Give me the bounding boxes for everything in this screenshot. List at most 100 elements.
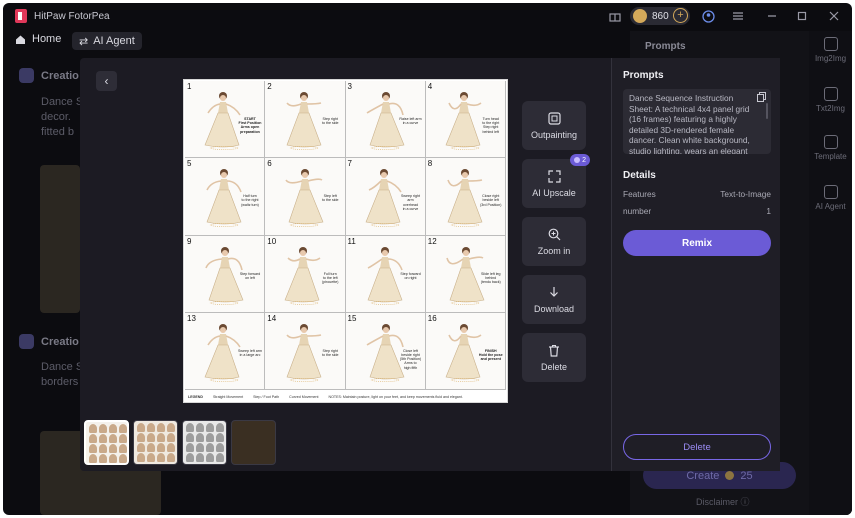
sidebar-item-txt2img[interactable]: Txt2Img [809,87,852,113]
thumbnail-figure [196,443,204,452]
cell-instruction: Slide left leg behind (tendu back) [480,271,501,284]
upscale-cost-badge: 2 [570,154,590,166]
account-icon[interactable] [701,9,715,23]
coin-icon [633,9,647,23]
thumbnail-2[interactable] [133,420,178,465]
sidebar-item-label: Txt2Img [816,104,845,113]
legend-title: LEGEND [188,394,203,399]
creation-text-line: decor. [41,111,71,123]
sidebar-item-img2img[interactable]: Img2Img [809,37,852,63]
thumbnail-figure [89,424,97,433]
back-button[interactable]: ‹ [96,71,117,91]
legend-item: Curved Movement [289,394,319,399]
ai-agent-tab[interactable]: ⇄ AI Agent [72,32,142,50]
cell-number: 5 [187,159,192,169]
thumbnail-figure [186,453,194,462]
prompt-text-box[interactable]: Dance Sequence Instruction Sheet: A tech… [623,89,771,154]
grid-cell: 7 Sweep right arm overhead in a curve [345,158,426,236]
close-icon[interactable] [827,9,841,23]
remix-label: Remix [681,237,712,249]
grid-cell: 14 Step right to the side [265,312,346,390]
sidebar-item-ai-agent[interactable]: AI Agent [809,185,852,211]
thumbnail-figure [206,433,214,442]
thumbnail-figure [147,433,155,442]
prompt-scrollbar[interactable] [766,103,768,119]
thumbnail-figure [147,423,155,432]
tool-column: Outpainting 2 AI Upscale Zoom in Downloa… [522,101,590,382]
upscale-icon [547,169,561,183]
zoom-in-label: Zoom in [537,246,571,256]
thumbnail-figure [137,433,145,442]
grid-cell: 3 Raise left arm in a curve [345,81,426,159]
delete-button[interactable]: Delete [623,434,771,460]
gift-icon[interactable] [608,9,622,23]
grid-cell: 5 Half turn to the right (waltz turn) [185,158,266,236]
sidebar-item-template[interactable]: Template [809,135,852,161]
cell-instruction: FINISH Hold the pose and present [478,348,503,362]
thumbnail-figure [89,454,97,463]
thumbnail-4[interactable] [231,420,276,465]
creation-title: Creatio [41,70,79,82]
thumbnail-figure [206,423,214,432]
thumbnail-figure [99,454,107,463]
prompts-title: Prompts [623,70,664,81]
remix-button[interactable]: Remix [623,230,771,256]
cell-number: 16 [427,313,437,323]
thumbnail-figure [186,443,194,452]
sidebar-item-label: Img2Img [814,54,847,63]
disclaimer-link[interactable]: Disclaimer ⓘ [696,495,750,508]
delete-tool-button[interactable]: Delete [522,333,586,382]
creation-avatar [19,334,34,349]
thumbnail-figure [119,434,127,443]
zoom-in-button[interactable]: Zoom in [522,217,586,266]
outpainting-icon [547,111,561,125]
cell-instruction: Full turn to the left (pirouette) [322,271,339,284]
features-label: Features [623,189,656,199]
home-link[interactable]: Home [15,33,61,45]
thumbnail-figure [119,454,127,463]
cell-number: 6 [267,159,272,169]
cell-number: 14 [267,313,277,323]
thumbnail-3[interactable] [182,420,227,465]
thumbnail-figure [109,454,117,463]
create-label: Create [686,469,720,482]
preview-image: 1 START First Position Arms open preparat… [183,79,508,403]
cell-instruction: Close right beside left (3rd Position) [480,194,502,207]
copy-icon[interactable] [757,92,766,102]
thumbnail-figure [157,453,165,462]
title-bar: HitPaw FotorPea 860 + [3,3,852,29]
ai-upscale-label: AI Upscale [532,188,576,198]
maximize-icon[interactable] [795,9,809,23]
thumbnail-figure [147,443,155,452]
thumbnail-figure [119,444,127,453]
ai-upscale-button[interactable]: 2 AI Upscale [522,154,590,208]
cell-instruction: Step forward on left [239,271,261,280]
details-panel: Prompts Dance Sequence Instruction Sheet… [611,58,780,471]
outpainting-button[interactable]: Outpainting [522,101,586,150]
thumbnail-figure [196,433,204,442]
home-icon [16,35,25,44]
download-icon [547,285,561,299]
cell-number: 7 [347,159,352,169]
features-value: Text-to-Image [720,189,771,199]
cell-number: 12 [427,236,437,246]
thumbnail-figure [109,444,117,453]
thumbnail-figure [137,423,145,432]
cell-instruction: START First Position Arms open preparati… [238,117,262,134]
chevron-left-icon: ‹ [104,74,109,88]
cell-instruction: Sweep right arm overhead in a curve [401,194,420,211]
cell-number: 4 [427,82,433,91]
agent-icon [823,185,838,199]
download-button[interactable]: Download [522,275,586,324]
right-sidebar: Img2Img Txt2Img Template AI Agent [809,31,852,515]
grid-cell: 13 Sweep left arm in a large arc [185,312,266,390]
background-prompts-title: Prompts [645,41,686,52]
creation-thumbnail[interactable] [40,165,80,313]
template-icon [823,135,838,149]
thumbnail-figure [186,423,194,432]
thumbnail-1[interactable] [84,420,129,465]
menu-icon[interactable] [731,9,745,23]
add-credits-icon[interactable]: + [673,8,688,23]
minimize-icon[interactable] [765,9,779,23]
coin-icon [725,471,735,480]
